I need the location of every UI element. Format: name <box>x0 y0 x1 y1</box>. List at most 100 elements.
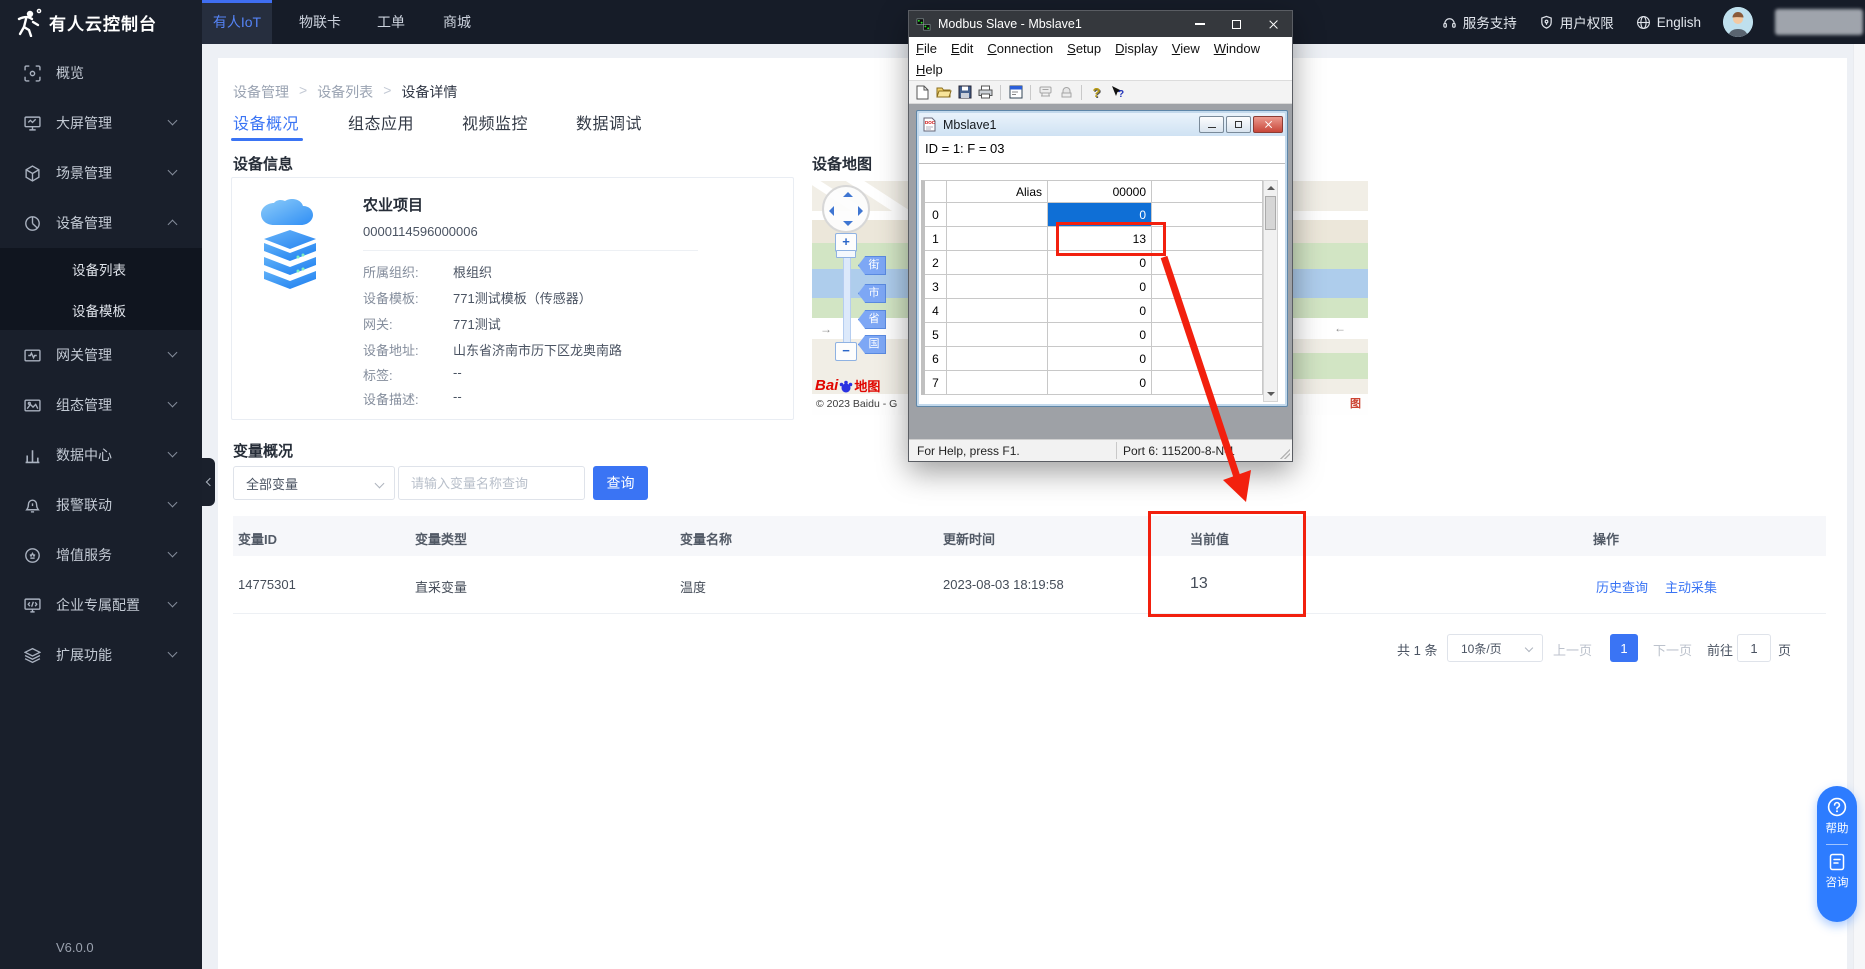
support-link[interactable]: 服务支持 <box>1442 12 1517 32</box>
alias-cell[interactable] <box>947 323 1048 347</box>
navbar-tab-usr-iot[interactable]: 有人IoT <box>202 0 272 44</box>
sidebar-item-scada[interactable]: 组态管理 <box>0 380 202 430</box>
sidebar-item-alarms[interactable]: 报警联动 <box>0 480 202 530</box>
sidebar-item-vas[interactable]: 增值服务 <box>0 530 202 580</box>
resize-grip[interactable] <box>1280 449 1290 459</box>
save-button[interactable] <box>956 84 973 100</box>
disconnect-device-button[interactable] <box>1058 84 1075 100</box>
permission-link[interactable]: 用户权限 <box>1539 12 1614 32</box>
sidebar-item-device-list[interactable]: 设备列表 <box>0 248 202 289</box>
sidebar-submenu: 设备列表 设备模板 <box>0 248 202 330</box>
sidebar-item-overview[interactable]: 概览 <box>0 48 202 98</box>
language-switch[interactable]: English <box>1636 15 1701 30</box>
navbar-tab-mall[interactable]: 商城 <box>424 0 490 44</box>
cell-update-time: 2023-08-03 18:19:58 <box>943 577 1064 592</box>
doc-titlebar[interactable]: DOC Mbslave1 <box>919 113 1285 136</box>
filler-cell <box>1152 299 1263 323</box>
alias-cell[interactable] <box>947 371 1048 395</box>
register-grid[interactable]: Alias 00000 0 0 1 <box>921 180 1263 395</box>
menu-view[interactable]: View <box>1165 41 1207 56</box>
value-cell[interactable]: 0 <box>1048 299 1152 323</box>
page-size-select[interactable]: 10条/页 <box>1447 634 1543 662</box>
maximize-button[interactable] <box>1218 11 1255 37</box>
minimize-button[interactable] <box>1181 11 1218 37</box>
avatar[interactable] <box>1723 7 1753 37</box>
close-button[interactable] <box>1255 11 1292 37</box>
display-setup-button[interactable] <box>1007 84 1024 100</box>
grid-row-7[interactable]: 7 0 <box>925 371 1263 395</box>
floating-help-widget[interactable]: 帮助 咨询 <box>1817 786 1857 922</box>
grid-row-6[interactable]: 6 0 <box>925 347 1263 371</box>
variable-type-select[interactable]: 全部变量 <box>233 466 395 500</box>
scroll-down-button[interactable] <box>1264 387 1277 401</box>
doc-restore-button[interactable] <box>1226 116 1251 133</box>
history-query-link[interactable]: 历史查询 <box>1596 577 1648 596</box>
connect-device-button[interactable] <box>1037 84 1054 100</box>
goto-page-input[interactable] <box>1737 634 1771 662</box>
zoom-out-button[interactable]: − <box>835 342 857 361</box>
doc-close-button[interactable] <box>1253 116 1283 133</box>
breadcrumb-device-list[interactable]: 设备列表 <box>317 82 373 102</box>
grid-row-5[interactable]: 5 0 <box>925 323 1263 347</box>
scroll-up-button[interactable] <box>1264 181 1277 195</box>
navbar-tab-sim[interactable]: 物联卡 <box>286 0 354 44</box>
variable-search-input[interactable] <box>398 466 585 500</box>
sidebar-item-scenes[interactable]: 场景管理 <box>0 148 202 198</box>
sidebar-item-extensions[interactable]: 扩展功能 <box>0 630 202 680</box>
page-number-1[interactable]: 1 <box>1610 634 1638 662</box>
alias-cell[interactable] <box>947 347 1048 371</box>
menu-display[interactable]: Display <box>1108 41 1165 56</box>
sidebar-collapse-handle[interactable] <box>202 458 215 506</box>
scroll-thumb[interactable] <box>1265 196 1276 230</box>
active-collect-link[interactable]: 主动采集 <box>1665 577 1717 596</box>
menu-edit[interactable]: Edit <box>944 41 980 56</box>
mbslave1-doc-window[interactable]: DOC Mbslave1 ID = 1: F = 03 Alias <box>916 110 1288 407</box>
value-cell[interactable]: 0 <box>1048 275 1152 299</box>
zoom-slider-handle[interactable] <box>836 250 856 258</box>
alias-cell[interactable] <box>947 251 1048 275</box>
breadcrumb-device-mgmt[interactable]: 设备管理 <box>233 82 289 102</box>
context-help-button[interactable]: ? <box>1109 84 1126 100</box>
menu-help[interactable]: Help <box>909 62 950 77</box>
menu-connection[interactable]: Connection <box>980 41 1060 56</box>
doc-minimize-button[interactable] <box>1199 116 1224 133</box>
tab-device-overview[interactable]: 设备概况 <box>233 110 299 134</box>
help-button[interactable]: ? <box>1088 84 1105 100</box>
sidebar-item-gateways[interactable]: 网关管理 <box>0 330 202 380</box>
zoom-slider-track[interactable] <box>843 253 851 345</box>
sidebar-item-devices[interactable]: 设备管理 <box>0 198 202 248</box>
grid-row-4[interactable]: 4 0 <box>925 299 1263 323</box>
value-cell[interactable]: 0 <box>1048 347 1152 371</box>
sidebar-item-datacenter[interactable]: 数据中心 <box>0 430 202 480</box>
new-file-button[interactable] <box>914 84 931 100</box>
sidebar-item-screens[interactable]: 大屏管理 <box>0 98 202 148</box>
alias-cell[interactable] <box>947 275 1048 299</box>
grid-scrollbar[interactable] <box>1263 180 1278 402</box>
chevron-down-icon <box>168 348 178 358</box>
grid-row-3[interactable]: 3 0 <box>925 275 1263 299</box>
alias-cell[interactable] <box>947 299 1048 323</box>
tab-scada-app[interactable]: 组态应用 <box>348 110 414 134</box>
menu-window[interactable]: Window <box>1207 41 1267 56</box>
chevron-left-icon <box>205 478 213 486</box>
tab-data-debug[interactable]: 数据调试 <box>576 110 642 134</box>
alias-cell[interactable] <box>947 203 1048 227</box>
menu-setup[interactable]: Setup <box>1060 41 1108 56</box>
navbar-tab-workorder[interactable]: 工单 <box>358 0 424 44</box>
next-page-button[interactable]: 下一页 <box>1653 640 1692 659</box>
sidebar-item-enterprise[interactable]: 企业专属配置 <box>0 580 202 630</box>
open-file-button[interactable] <box>935 84 952 100</box>
row-index-cell: 5 <box>925 323 947 347</box>
search-button[interactable]: 查询 <box>593 466 648 500</box>
value-cell[interactable]: 0 <box>1048 371 1152 395</box>
tab-video-monitor[interactable]: 视频监控 <box>462 110 528 134</box>
menu-file[interactable]: File <box>909 41 944 56</box>
map-pan-control[interactable] <box>822 185 870 233</box>
value-cell[interactable]: 0 <box>1048 323 1152 347</box>
usr-logo-icon <box>13 7 43 37</box>
prev-page-button[interactable]: 上一页 <box>1553 640 1592 659</box>
print-button[interactable] <box>977 84 994 100</box>
window-titlebar[interactable]: Modbus Slave - Mbslave1 <box>909 11 1292 37</box>
sidebar-item-device-template[interactable]: 设备模板 <box>0 289 202 330</box>
alias-cell[interactable] <box>947 227 1048 251</box>
